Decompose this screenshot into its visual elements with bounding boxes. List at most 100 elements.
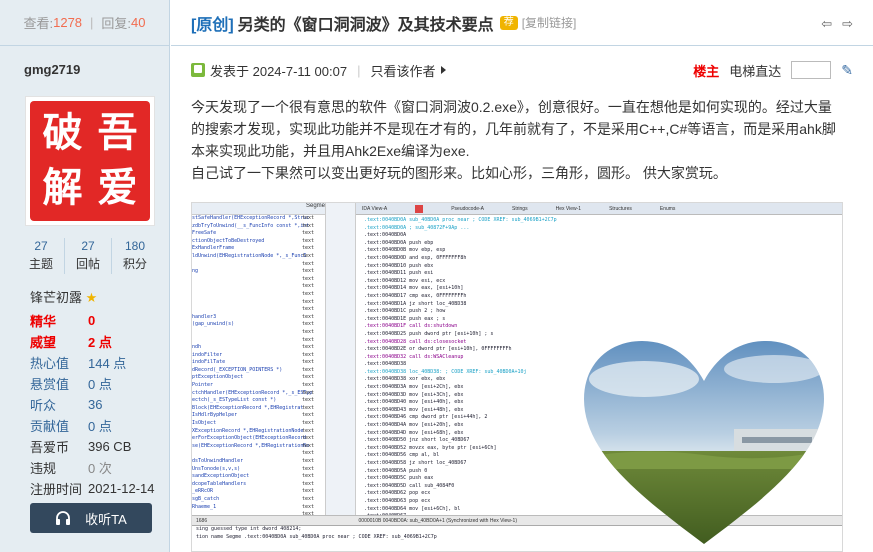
listing-line: text [302,313,315,320]
code-line: .text:0040BD1C push 2 ; how [364,308,446,315]
listing-line: text [302,366,315,373]
profile-row: 贡献值 0 点 [30,415,165,436]
ida-tab[interactable]: IDA View-A [362,206,387,212]
replies-label: 回复: [101,16,132,31]
profile-value: 2 点 [88,335,112,350]
ida-tab[interactable]: Hex View-1 [556,206,581,212]
avatar[interactable]: 破 吾 解 爱 [25,96,155,226]
listing-line: text [302,404,315,411]
listing-line: text [302,435,315,442]
post-info: 发表于 2024-7-11 00:07 | 只看该作者 楼主 电梯直达 ✎ [191,60,853,80]
counter-label: 积分 [122,257,147,271]
listing-line: text [302,412,315,419]
post-tag[interactable]: [原创] [191,11,234,35]
segment-column: text text text text text text text text text text… [302,215,314,549]
listing-line: text [302,275,315,282]
author-only-link[interactable]: 只看该作者 [370,61,435,80]
post-content: 今天发现了一个很有意思的软件《窗口洞洞波0.2.exe》，创意很好。一直在想他是… [191,96,841,184]
avatar-char: 吾 [97,109,138,156]
code-line: .text:0040BD0A sub_40BD0A proc near ; CO… [364,217,557,223]
code-line: .text:0040BD0D and esp, 0FFFFFFF8h [364,254,467,261]
listen-button[interactable]: 收听TA [30,503,152,533]
listing-line: text [302,488,315,495]
sync-status: 0000010B 0040BD0A: sub_40BD0A+1 (Synchro… [358,518,517,524]
post-paragraph: 今天发现了一个很有意思的软件《窗口洞洞波0.2.exe》，创意很好。一直在想他是… [191,99,836,159]
divider: | [357,62,361,78]
code-line: .text:0040BD17 cmp eax, 0FFFFFFFFh [364,292,467,299]
code-line: .text:0040BD1F call ds:shutdown [364,323,458,330]
counter-value: 180 [124,239,146,253]
ida-tab[interactable]: Structures [609,206,632,212]
avatar-char: 爱 [97,164,138,211]
code-line: .text:0040BD1E push eax ; s [364,315,446,322]
left-status: 1686 [196,518,208,524]
listing-line: text [302,442,315,449]
profile-key: 吾爱币 [30,440,70,455]
code-line: .text:0040BD11 push esi [364,270,434,277]
profile-key[interactable]: 听众 [30,395,88,414]
go-floor-icon[interactable]: ✎ [841,62,853,79]
user-group-label[interactable]: 锋芒初露 [30,290,82,305]
functions-header: Segme [192,203,325,215]
profile-key[interactable]: 贡献值 [30,416,88,435]
counter-replies[interactable]: 27 回帖 [65,238,112,274]
listing-line: text [302,245,315,252]
listing-line: text [302,427,315,434]
listing-line: text [302,420,315,427]
counter-topics[interactable]: 27 主题 [18,238,65,274]
listing-line: text [302,215,315,221]
author-counters: 27 主题 27 回帖 180 积分 [18,238,158,274]
author-profile: 精华 0 威望 2 点热心值 144 点悬赏值 0 点听众 36 贡献值 0 点吾爱币 396 C… [30,310,165,499]
thread-stats: 查看: 1278 | 回复: 40 [0,0,169,46]
close-icon[interactable] [415,204,424,213]
listing-line: text [302,450,315,457]
profile-row: 违规 0 次 [30,457,165,478]
listing-line: text [302,389,315,396]
profile-key[interactable]: 悬赏值 [30,374,88,393]
listing-line: text [302,397,315,404]
next-thread-icon[interactable]: ⇨ [842,16,853,32]
listing-line: text [302,359,315,366]
floor-tools: 楼主 电梯直达 ✎ [693,61,853,80]
listing-line: text [302,336,315,343]
profile-row: 吾爱币 396 CB [30,436,165,457]
elevator-input[interactable] [791,61,832,79]
listing-line: text [302,351,315,358]
counter-value: 27 [81,239,95,253]
graph-gutter [326,203,356,515]
profile-value: 0 次 [88,461,112,476]
ida-tab[interactable]: Enums [660,206,676,212]
listing-line: text [302,382,315,389]
listing-line: text [302,473,315,480]
profile-value: 36 [88,397,103,412]
code-line: .text:0040BD10 push ebx [364,262,434,269]
ida-tab[interactable]: Pseudocode-A [451,206,484,212]
counter-value: 27 [34,239,48,253]
post-paragraph: 自己试了一下果然可以变出更好玩的图形来。比如心形，三角形，圆形。 供大家赏玩。 [191,165,727,181]
author-sidebar: 查看: 1278 | 回复: 40 gmg2719 破 吾 解 爱 27 主题 … [0,0,170,552]
avatar-char: 解 [42,164,83,211]
post-date: 发表于 2024-7-11 00:07 [210,63,348,79]
ida-tab[interactable]: Strings [512,206,528,212]
play-icon [441,66,447,74]
code-line: .text:0040BD25 push dword ptr [esi+10h] … [364,330,494,337]
code-line: .text:0040BD0A [364,232,407,239]
post-title: 另类的《窗口洞洞波》及其技术要点 [237,16,494,34]
listing-line: text [302,298,315,305]
headphones-icon [56,511,71,525]
profile-key[interactable]: 热心值 [30,353,88,372]
listing-line: text [302,328,315,335]
counter-points[interactable]: 180 积分 [112,238,158,274]
copy-link[interactable]: [复制链接] [522,14,577,31]
post-image[interactable]: Segme stSafeHandler(EHExceptionRecord *,… [191,202,843,552]
profile-row: 听众 36 [30,394,165,415]
views-count: 1278 [53,15,83,30]
counter-label: 回帖 [75,257,100,271]
counter-label: 主题 [28,257,53,271]
prev-thread-icon[interactable]: ⇦ [821,16,832,32]
author-name[interactable]: gmg2719 [24,62,80,77]
star-icon: ★ [85,290,98,305]
listing-line: text [302,344,315,351]
post-status-icon [191,63,205,77]
listing-line: text [302,260,315,267]
